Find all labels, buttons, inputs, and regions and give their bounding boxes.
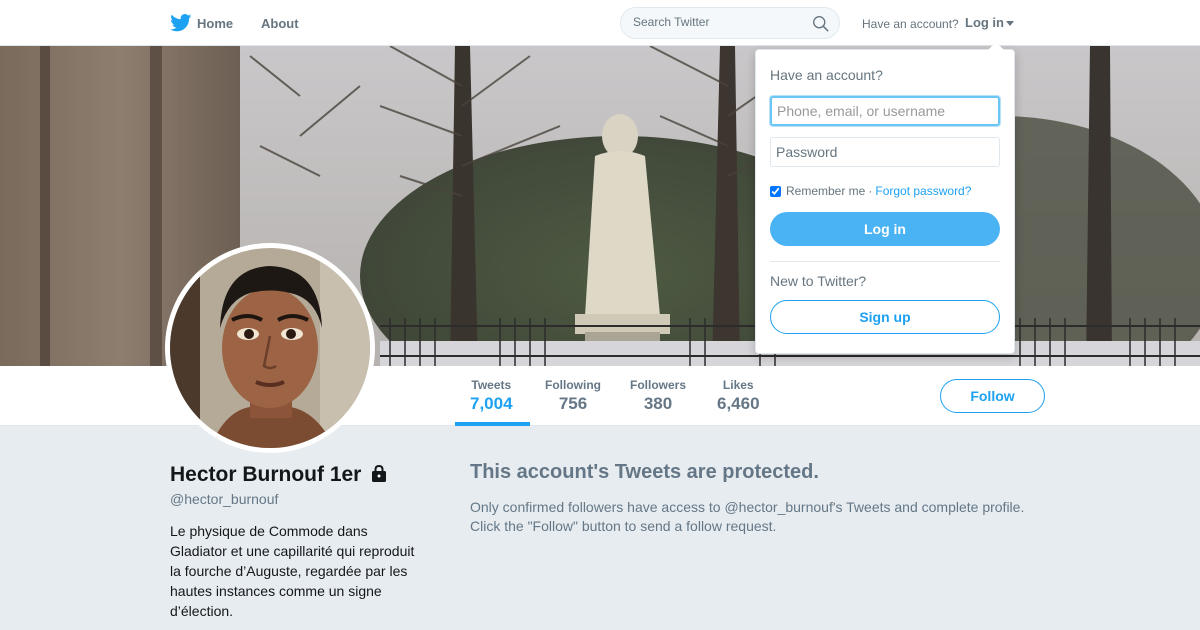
dropdown-caret (988, 42, 1004, 50)
remember-checkbox[interactable] (770, 185, 781, 197)
protected-message: Only confirmed followers have access to … (470, 499, 1025, 534)
remember-row: Remember me · Forgot password? (770, 184, 971, 198)
stat-tweets[interactable]: Tweets 7,004 (470, 378, 513, 414)
stat-value: 756 (558, 394, 588, 413)
nav-home-link[interactable]: Home (197, 16, 233, 31)
new-to-twitter-text: New to Twitter? (770, 273, 867, 289)
username-field[interactable] (770, 96, 1000, 126)
profile-bio: Le physique de Commode dans Gladiator et… (170, 523, 415, 619)
stat-followers[interactable]: Followers 380 (630, 378, 686, 414)
search-input[interactable] (633, 15, 808, 29)
avatar-image (170, 248, 370, 448)
have-account-text: Have an account? (862, 17, 959, 31)
remember-label[interactable]: Remember me (786, 184, 865, 198)
stat-value: 380 (643, 394, 673, 413)
profile-handle[interactable]: @hector_burnouf (170, 491, 278, 507)
portrait-art (170, 248, 370, 448)
profile-name: Hector Burnouf 1er (170, 463, 387, 487)
password-field[interactable] (770, 137, 1000, 167)
profile-name-text: Hector Burnouf 1er (170, 463, 362, 486)
follow-button[interactable]: Follow (940, 379, 1045, 413)
active-tab-indicator (455, 422, 530, 426)
stat-following[interactable]: Following 756 (545, 378, 601, 414)
lock-icon (372, 464, 387, 482)
login-button[interactable]: Log in (770, 212, 1000, 246)
stat-value: 6,460 (717, 394, 760, 413)
forgot-password-link[interactable]: Forgot password? (875, 184, 971, 198)
stat-likes[interactable]: Likes 6,460 (717, 378, 760, 414)
separator-dot: · (868, 184, 873, 198)
stat-value: 7,004 (470, 394, 513, 413)
login-dropdown-toggle[interactable]: Log in (965, 15, 1014, 30)
stat-label: Likes (722, 378, 754, 392)
login-dropdown: Have an account? Remember me · Forgot pa… (755, 42, 1015, 354)
protected-title: This account's Tweets are protected. (470, 461, 819, 483)
stat-label: Tweets (471, 378, 512, 392)
search-box[interactable] (620, 7, 840, 39)
signup-button[interactable]: Sign up (770, 300, 1000, 334)
twitter-bird-icon[interactable] (170, 14, 192, 32)
stat-label: Followers (630, 378, 687, 392)
avatar[interactable] (165, 243, 375, 453)
nav-about-link[interactable]: About (261, 16, 299, 31)
stat-label: Following (545, 378, 601, 392)
login-toggle-label: Log in (965, 15, 1004, 30)
dropdown-title: Have an account? (770, 67, 883, 83)
top-nav-bar: Home About Have an account? Log in (0, 0, 1200, 46)
dropdown-divider (770, 261, 1000, 262)
search-icon[interactable] (812, 15, 829, 32)
caret-down-icon (1006, 21, 1014, 27)
